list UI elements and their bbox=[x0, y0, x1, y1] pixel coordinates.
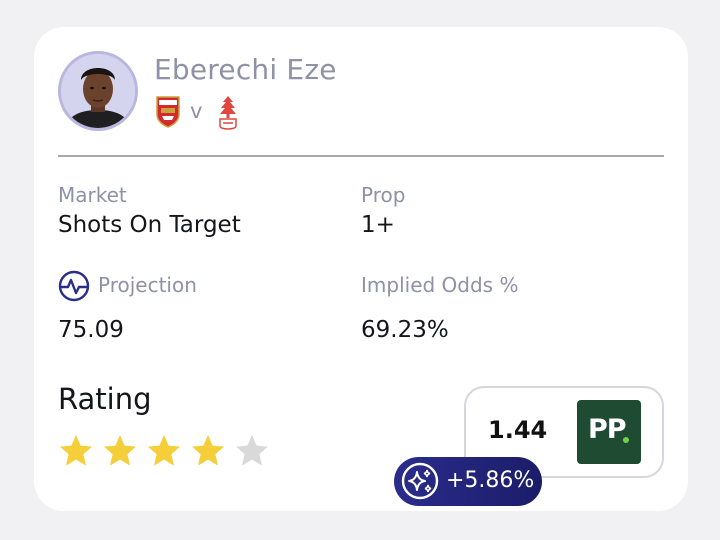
bookmaker-logo-dot bbox=[623, 437, 629, 443]
rating-stars bbox=[58, 433, 278, 469]
star-filled-icon bbox=[104, 435, 136, 466]
bookmaker-logo-text: PP bbox=[588, 414, 627, 445]
prop-value: 1+ bbox=[361, 212, 395, 238]
star-filled-icon bbox=[148, 435, 180, 466]
star-empty-icon bbox=[236, 435, 268, 466]
star-filled-icon bbox=[192, 435, 224, 466]
implied-odds-value: 69.23% bbox=[361, 317, 449, 343]
prop-label: Prop bbox=[361, 183, 406, 207]
player-name: Eberechi Eze bbox=[154, 53, 337, 86]
divider bbox=[58, 155, 664, 157]
market-label: Market bbox=[58, 183, 127, 207]
implied-odds-label: Implied Odds % bbox=[361, 273, 519, 297]
pulse-icon bbox=[58, 270, 90, 302]
market-value: Shots On Target bbox=[58, 212, 241, 238]
edge-value: +5.86% bbox=[446, 468, 535, 493]
versus-label: v bbox=[190, 99, 203, 123]
projection-label: Projection bbox=[98, 273, 197, 297]
odds-value: 1.44 bbox=[488, 416, 548, 444]
star-filled-icon bbox=[60, 435, 92, 466]
away-team-crest-icon bbox=[216, 95, 240, 130]
sparkles-icon bbox=[400, 461, 440, 501]
rating-label: Rating bbox=[58, 382, 152, 416]
projection-value: 75.09 bbox=[58, 317, 124, 343]
player-avatar bbox=[58, 51, 138, 131]
home-team-crest-icon bbox=[156, 96, 180, 128]
